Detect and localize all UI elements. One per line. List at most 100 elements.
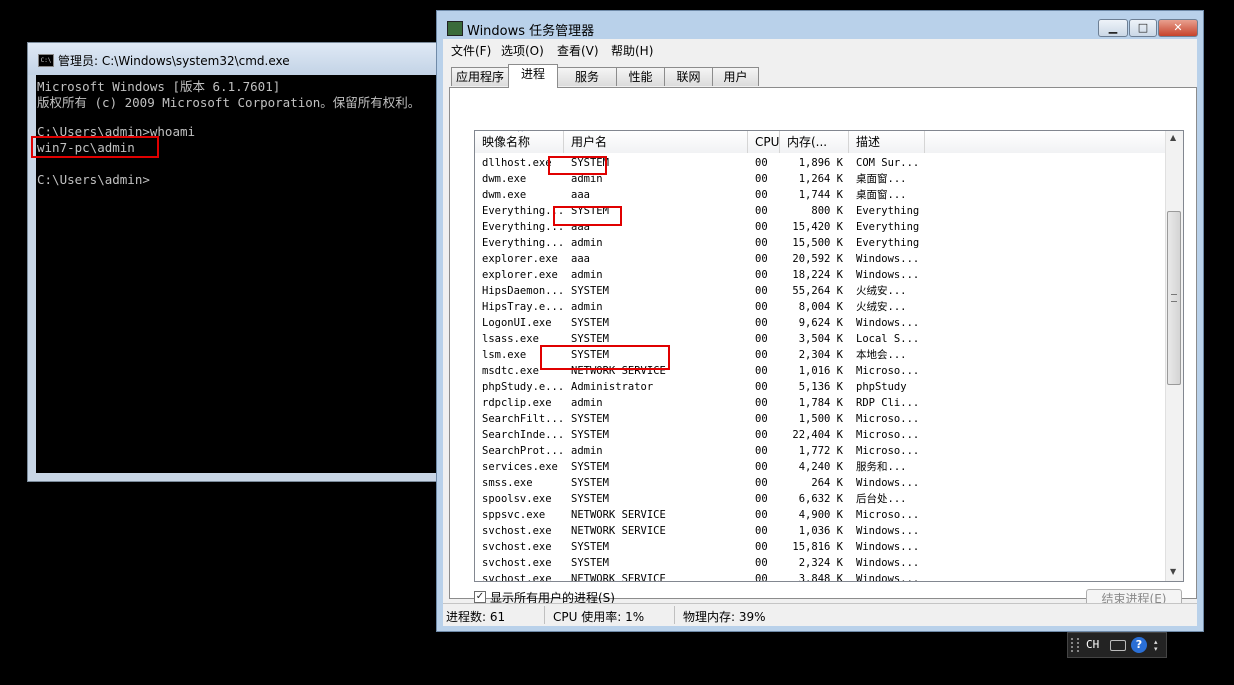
cmd-titlebar[interactable]: C:\ 管理员: C:\Windows\system32\cmd.exe: [28, 43, 446, 75]
table-cell: Windows...: [856, 573, 920, 582]
help-icon[interactable]: ?: [1131, 637, 1147, 653]
table-cell: 00: [755, 157, 768, 169]
table-cell: 00: [755, 541, 768, 553]
table-cell: 22,404 K: [792, 429, 843, 441]
table-cell: SYSTEM: [571, 557, 609, 569]
table-cell: services.exe: [482, 461, 558, 473]
table-row[interactable]: dwm.exe aaa 00 1,744 K 桌面窗...: [475, 187, 1167, 203]
console-line: C:\Users\admin>: [37, 172, 150, 187]
table-cell: 3,504 K: [798, 333, 843, 345]
table-cell: Local S...: [856, 333, 920, 345]
table-cell: Windows...: [856, 269, 920, 281]
menu-help[interactable]: 帮助(H): [611, 42, 653, 59]
close-button[interactable]: ✕: [1158, 19, 1198, 37]
table-cell: 1,772 K: [798, 445, 843, 457]
table-row[interactable]: phpStudy.e... Administrator 00 5,136 K phpSt…: [475, 379, 1167, 395]
tab-applications[interactable]: 应用程序: [451, 67, 509, 86]
table-row[interactable]: HipsDaemon.... SYSTEM 00 55,264 K 火绒安...: [475, 283, 1167, 299]
console-line: 版权所有 (c) 2009 Microsoft Corporation。保留所有…: [37, 95, 421, 110]
table-cell: admin: [571, 237, 603, 249]
table-cell: SearchFilt...: [482, 413, 562, 425]
table-cell: smss.exe: [482, 477, 533, 489]
vertical-scrollbar[interactable]: ▲ ▼: [1165, 131, 1183, 581]
table-row[interactable]: svchost.exe NETWORK SERVICE 00 3,848 K Windo…: [475, 571, 1167, 582]
table-cell: 00: [755, 285, 768, 297]
tab-processes[interactable]: 进程: [508, 64, 558, 88]
menu-options[interactable]: 选项(O): [501, 42, 544, 59]
table-cell: COM Sur...: [856, 157, 920, 169]
tab-services[interactable]: 服务: [557, 67, 617, 86]
column-header-memory[interactable]: 内存(...: [780, 131, 849, 153]
table-row[interactable]: rdpclip.exe admin 00 1,784 K RDP Cli...: [475, 395, 1167, 411]
table-row[interactable]: LogonUI.exe SYSTEM 00 9,624 K Windows...: [475, 315, 1167, 331]
table-row[interactable]: HipsTray.e... admin 00 8,004 K 火绒安...: [475, 299, 1167, 315]
table-cell: 00: [755, 269, 768, 281]
table-cell: 15,420 K: [792, 221, 843, 233]
language-indicator[interactable]: CH: [1086, 638, 1099, 651]
tab-networking[interactable]: 联网: [664, 67, 713, 86]
table-cell: NETWORK SERVICE: [571, 573, 666, 582]
table-row[interactable]: SearchProt... admin 00 1,772 K Microso...: [475, 443, 1167, 459]
table-row[interactable]: smss.exe SYSTEM 00 264 K Windows...: [475, 475, 1167, 491]
options-arrow-icon[interactable]: ▴ ▾: [1154, 639, 1158, 653]
keyboard-icon[interactable]: [1110, 640, 1126, 651]
menu-view[interactable]: 查看(V): [557, 42, 599, 59]
table-cell: Microso...: [856, 445, 920, 457]
show-all-users-checkbox[interactable]: ✓: [474, 591, 486, 603]
column-header-user-name[interactable]: 用户名: [564, 131, 748, 153]
scroll-down-arrow-icon[interactable]: ▼: [1170, 567, 1176, 576]
table-cell: 00: [755, 237, 768, 249]
table-row[interactable]: explorer.exe admin 00 18,224 K Windows...: [475, 267, 1167, 283]
table-cell: 00: [755, 429, 768, 441]
table-cell: 00: [755, 573, 768, 582]
table-row[interactable]: spoolsv.exe SYSTEM 00 6,632 K 后台处...: [475, 491, 1167, 507]
table-cell: RDP Cli...: [856, 397, 920, 409]
table-cell: 00: [755, 525, 768, 537]
table-cell: 00: [755, 301, 768, 313]
sort-indicator-icon: ^: [517, 130, 524, 137]
tab-performance[interactable]: 性能: [616, 67, 665, 86]
table-cell: aaa: [571, 189, 590, 201]
table-cell: 1,896 K: [798, 157, 843, 169]
table-cell: 火绒安...: [856, 301, 907, 313]
maximize-button[interactable]: □: [1129, 19, 1157, 37]
scrollbar-thumb[interactable]: [1167, 211, 1181, 385]
table-cell: Microso...: [856, 429, 920, 441]
grip-handle-icon[interactable]: [1071, 638, 1079, 652]
table-cell: 00: [755, 445, 768, 457]
table-cell: admin: [571, 397, 603, 409]
table-cell: 20,592 K: [792, 253, 843, 265]
column-header-cpu[interactable]: CPU: [748, 131, 780, 153]
cmd-console[interactable]: Microsoft Windows [版本 6.1.7601] 版权所有 (c)…: [36, 75, 446, 473]
table-cell: Windows...: [856, 477, 920, 489]
table-row[interactable]: Everything... admin 00 15,500 K Everything: [475, 235, 1167, 251]
menu-file[interactable]: 文件(F): [451, 42, 491, 59]
table-cell: 00: [755, 413, 768, 425]
taskmgr-content: 应用程序 进程 服务 性能 联网 用户 映像名称 用户名 CPU 内存(... …: [443, 59, 1197, 609]
table-cell: SYSTEM: [571, 317, 609, 329]
table-row[interactable]: svchost.exe NETWORK SERVICE 00 1,036 K Windo…: [475, 523, 1167, 539]
table-cell: Everything: [856, 205, 920, 217]
user-admin-highlight-box: [553, 206, 622, 226]
table-cell: 1,036 K: [798, 525, 843, 537]
table-row[interactable]: sppsvc.exe NETWORK SERVICE 00 4,900 K Micros…: [475, 507, 1167, 523]
table-cell: 00: [755, 317, 768, 329]
table-row[interactable]: services.exe SYSTEM 00 4,240 K 服务和...: [475, 459, 1167, 475]
table-cell: 1,744 K: [798, 189, 843, 201]
table-cell: 6,632 K: [798, 493, 843, 505]
table-cell: 00: [755, 461, 768, 473]
table-cell: 00: [755, 477, 768, 489]
column-header-description[interactable]: 描述: [849, 131, 925, 153]
table-cell: SearchInde...: [482, 429, 562, 441]
scroll-up-arrow-icon[interactable]: ▲: [1170, 133, 1176, 142]
table-row[interactable]: SearchFilt... SYSTEM 00 1,500 K Microso...: [475, 411, 1167, 427]
minimize-button[interactable]: ▁: [1098, 19, 1128, 37]
tab-users[interactable]: 用户: [712, 67, 759, 86]
table-row[interactable]: SearchInde... SYSTEM 00 22,404 K Microso...: [475, 427, 1167, 443]
table-cell: 服务和...: [856, 461, 907, 473]
table-row[interactable]: explorer.exe aaa 00 20,592 K Windows...: [475, 251, 1167, 267]
table-row[interactable]: svchost.exe SYSTEM 00 15,816 K Windows...: [475, 539, 1167, 555]
table-cell: SYSTEM: [571, 413, 609, 425]
table-cell: Windows...: [856, 557, 920, 569]
table-row[interactable]: svchost.exe SYSTEM 00 2,324 K Windows...: [475, 555, 1167, 571]
